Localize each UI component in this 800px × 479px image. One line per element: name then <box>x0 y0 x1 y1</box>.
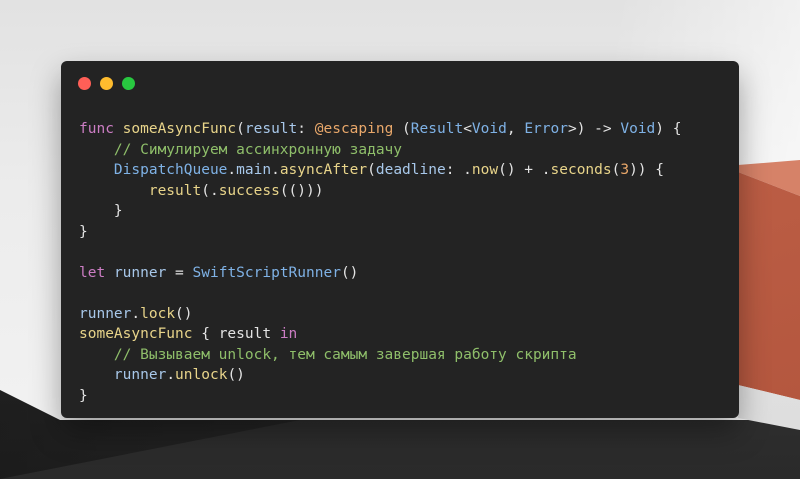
code-token: // Симулируем ассинхронную задачу <box>113 141 403 158</box>
code-token: runner <box>113 264 167 281</box>
code-token: now <box>471 162 499 178</box>
code-token: SwiftScriptRunner <box>192 264 341 281</box>
minimize-button[interactable] <box>100 77 113 90</box>
code-token: . <box>227 162 237 178</box>
code-token: Void <box>620 121 656 137</box>
window-controls <box>78 77 135 90</box>
code-token: deadline <box>375 162 446 178</box>
code-token: result <box>148 182 202 199</box>
code-token: } <box>79 203 123 219</box>
code-line: } <box>79 386 681 407</box>
code-line: runner.lock() <box>79 304 681 325</box>
code-line: someAsyncFunc { result in <box>79 324 681 345</box>
code-token: Result <box>410 121 464 137</box>
code-token: result <box>218 326 272 342</box>
code-token: 3 <box>620 162 630 178</box>
code-token: = <box>166 264 193 281</box>
code-token: () <box>340 264 359 281</box>
code-token: (())) <box>279 182 324 199</box>
code-token: someAsyncFunc <box>79 326 193 342</box>
code-token: < <box>463 121 472 137</box>
code-token: : <box>297 121 315 137</box>
code-window: func someAsyncFunc(result: @escaping (Re… <box>61 61 739 418</box>
code-line: func someAsyncFunc(result: @escaping (Re… <box>79 119 681 140</box>
code-token: >) -> <box>567 121 621 137</box>
code-token: result <box>244 121 298 137</box>
code-token: )) { <box>629 162 664 178</box>
code-token: func <box>79 121 114 137</box>
code-token: runner <box>79 305 132 322</box>
code-token: lock <box>140 305 176 322</box>
code-line: } <box>79 201 681 222</box>
code-token: someAsyncFunc <box>122 121 237 137</box>
code-token: () <box>175 305 193 322</box>
code-token: let <box>79 264 106 281</box>
code-line: // Вызываем unlock, тем самым завершая р… <box>79 345 681 366</box>
code-token: asyncAfter <box>279 162 368 178</box>
code-token: (. <box>201 182 219 199</box>
code-token: ) { <box>655 121 682 137</box>
code-token: Void <box>471 121 507 137</box>
code-token: ( <box>367 162 376 178</box>
code-line: // Симулируем ассинхронную задачу <box>79 140 681 161</box>
code-token: () <box>227 367 245 383</box>
code-token: in <box>279 326 298 342</box>
code-token: . <box>131 305 141 322</box>
code-token: success <box>218 182 280 199</box>
zoom-button[interactable] <box>122 77 135 90</box>
code-token: } <box>79 223 88 240</box>
code-token: } <box>79 387 88 404</box>
code-line: result(.success(())) <box>79 181 681 202</box>
code-token: . <box>271 162 280 178</box>
code-token: unlock <box>175 367 228 383</box>
code-token: , <box>506 121 525 137</box>
code-token: () + . <box>498 162 551 178</box>
code-line: runner.unlock() <box>79 365 681 386</box>
code-token: : . <box>445 162 472 178</box>
code-line: DispatchQueue.main.asyncAfter(deadline: … <box>79 160 681 181</box>
code-line: let runner = SwiftScriptRunner() <box>79 263 681 284</box>
code-token: seconds <box>550 162 612 178</box>
code-token: runner <box>113 367 167 383</box>
code-block: func someAsyncFunc(result: @escaping (Re… <box>79 119 681 406</box>
close-button[interactable] <box>78 77 91 90</box>
code-token: . <box>166 367 176 383</box>
code-token: Error <box>524 121 568 137</box>
code-token: { <box>192 326 219 342</box>
code-token: ( <box>393 121 411 137</box>
code-token: DispatchQueue <box>113 162 228 178</box>
code-token: @escaping <box>314 121 394 137</box>
code-token: main <box>236 162 272 178</box>
code-line: } <box>79 222 681 243</box>
code-token: // Вызываем unlock, тем самым завершая р… <box>113 346 577 363</box>
code-token: ( <box>236 121 245 137</box>
